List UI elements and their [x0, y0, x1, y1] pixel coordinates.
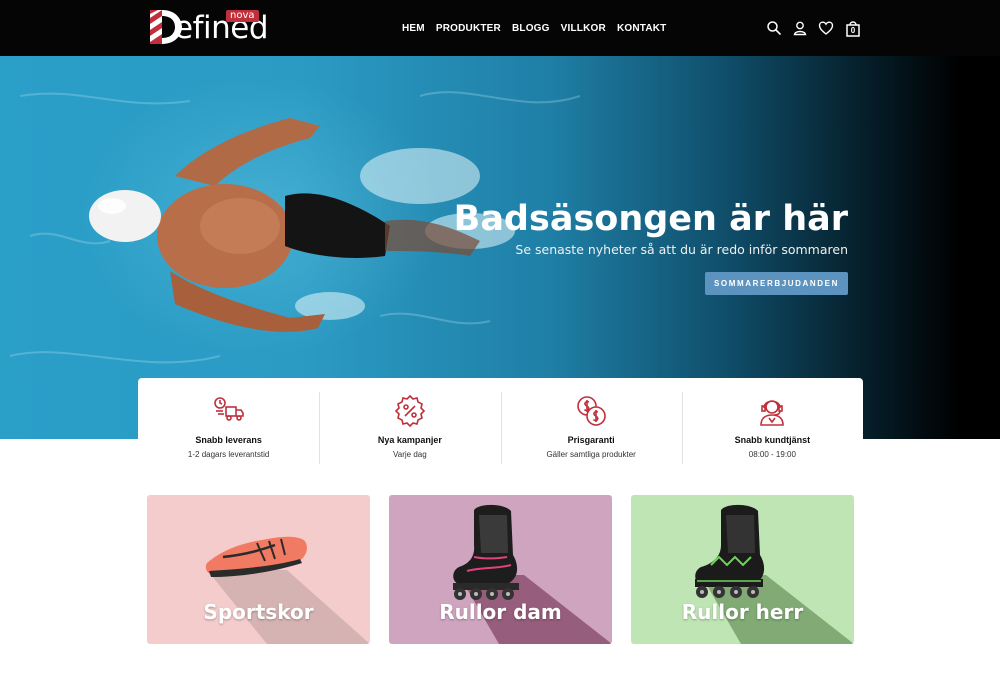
support-agent-icon [760, 400, 785, 426]
feature-delivery: Snabb leverans 1-2 dagars leverantstid [138, 378, 319, 472]
feature-text: 08:00 - 19:00 [748, 450, 796, 459]
hero-subtitle: Se senaste nyheter så att du är redo inf… [515, 242, 848, 257]
cart-count: 0 [850, 26, 856, 35]
category-rullor-dam[interactable]: Rullor dam [389, 495, 612, 644]
percent-badge-icon [394, 394, 426, 428]
main-nav: HEM PRODUKTER BLOGG VILLKOR KONTAKT [402, 0, 666, 56]
category-label: Rullor herr [681, 600, 804, 624]
nav-item-hem[interactable]: HEM [402, 23, 425, 34]
nav-item-blogg[interactable]: BLOGG [512, 23, 550, 34]
nav-item-produkter[interactable]: PRODUKTER [436, 23, 501, 34]
category-rullor-herr[interactable]: Rullor herr [631, 495, 854, 644]
search-icon[interactable] [766, 20, 782, 36]
category-sportskor[interactable]: Sportskor [147, 495, 370, 644]
header-icons: 0 [766, 16, 862, 40]
account-icon[interactable] [792, 20, 808, 36]
cart-icon[interactable]: 0 [844, 19, 862, 37]
feature-title: Nya kampanjer [377, 435, 442, 445]
category-label: Sportskor [203, 600, 314, 624]
summer-deals-button[interactable]: SOMMARERBJUDANDEN [705, 272, 848, 295]
feature-text: Gäller samtliga produkter [546, 450, 636, 459]
site-header: efined nova HEM PRODUKTER BLOGG VILLKOR … [0, 0, 1000, 56]
nav-item-kontakt[interactable]: KONTAKT [617, 23, 667, 34]
logo[interactable]: efined nova [148, 8, 288, 46]
hero-title: Badsäsongen är här [453, 199, 848, 239]
feature-title: Snabb leverans [195, 435, 262, 445]
heart-icon[interactable] [818, 20, 834, 36]
coins-icon [577, 396, 606, 426]
logo-badge: nova [226, 10, 259, 22]
category-grid: Sportskor Rullor dam Rullor herr [147, 495, 854, 644]
feature-bar: Snabb leverans 1-2 dagars leverantstid N… [138, 378, 863, 472]
feature-text: 1-2 dagars leverantstid [187, 450, 270, 459]
feature-title: Snabb kundtjänst [734, 435, 811, 445]
feature-text: Varje dag [393, 450, 427, 459]
nav-item-villkor[interactable]: VILLKOR [561, 23, 606, 34]
delivery-truck-icon [213, 397, 244, 421]
feature-price-guarantee: Prisgaranti Gäller samtliga produkter [500, 378, 682, 472]
feature-title: Prisgaranti [567, 435, 615, 445]
category-label: Rullor dam [439, 600, 562, 624]
feature-customer-service: Snabb kundtjänst 08:00 - 19:00 [681, 378, 863, 472]
feature-campaigns: Nya kampanjer Varje dag [319, 378, 500, 472]
